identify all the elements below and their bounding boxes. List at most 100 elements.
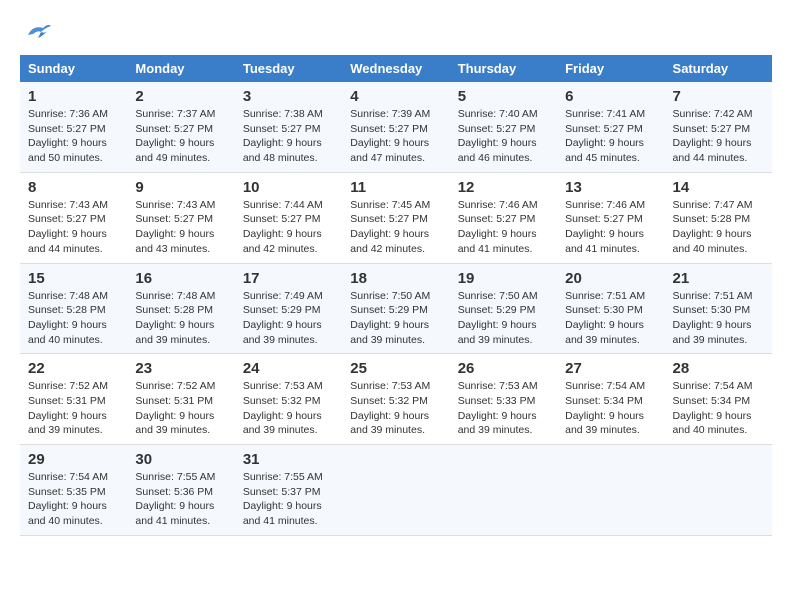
week-row-2: 8 Sunrise: 7:43 AM Sunset: 5:27 PM Dayli… xyxy=(20,172,772,263)
day-cell: 23 Sunrise: 7:52 AM Sunset: 5:31 PM Dayl… xyxy=(127,354,234,445)
day-number: 2 xyxy=(135,88,226,105)
day-info: Sunrise: 7:46 AM Sunset: 5:27 PM Dayligh… xyxy=(565,198,656,257)
day-number: 12 xyxy=(458,179,549,196)
day-number: 16 xyxy=(135,270,226,287)
day-number: 19 xyxy=(458,270,549,287)
day-info: Sunrise: 7:47 AM Sunset: 5:28 PM Dayligh… xyxy=(673,198,764,257)
calendar-header: SundayMondayTuesdayWednesdayThursdayFrid… xyxy=(20,55,772,82)
day-cell: 28 Sunrise: 7:54 AM Sunset: 5:34 PM Dayl… xyxy=(665,354,772,445)
day-info: Sunrise: 7:36 AM Sunset: 5:27 PM Dayligh… xyxy=(28,107,119,166)
day-cell xyxy=(342,445,449,536)
day-number: 27 xyxy=(565,360,656,377)
week-row-5: 29 Sunrise: 7:54 AM Sunset: 5:35 PM Dayl… xyxy=(20,445,772,536)
day-info: Sunrise: 7:53 AM Sunset: 5:32 PM Dayligh… xyxy=(243,379,334,438)
day-cell: 7 Sunrise: 7:42 AM Sunset: 5:27 PM Dayli… xyxy=(665,82,772,172)
day-info: Sunrise: 7:54 AM Sunset: 5:34 PM Dayligh… xyxy=(565,379,656,438)
day-info: Sunrise: 7:54 AM Sunset: 5:35 PM Dayligh… xyxy=(28,470,119,529)
page-header xyxy=(20,20,772,45)
logo-text xyxy=(20,20,53,45)
week-row-4: 22 Sunrise: 7:52 AM Sunset: 5:31 PM Dayl… xyxy=(20,354,772,445)
day-number: 8 xyxy=(28,179,119,196)
day-cell: 11 Sunrise: 7:45 AM Sunset: 5:27 PM Dayl… xyxy=(342,172,449,263)
day-info: Sunrise: 7:50 AM Sunset: 5:29 PM Dayligh… xyxy=(458,289,549,348)
calendar-table: SundayMondayTuesdayWednesdayThursdayFrid… xyxy=(20,55,772,536)
day-cell: 30 Sunrise: 7:55 AM Sunset: 5:36 PM Dayl… xyxy=(127,445,234,536)
logo xyxy=(20,20,53,45)
day-cell: 22 Sunrise: 7:52 AM Sunset: 5:31 PM Dayl… xyxy=(20,354,127,445)
day-number: 21 xyxy=(673,270,764,287)
day-cell: 1 Sunrise: 7:36 AM Sunset: 5:27 PM Dayli… xyxy=(20,82,127,172)
day-number: 9 xyxy=(135,179,226,196)
day-info: Sunrise: 7:54 AM Sunset: 5:34 PM Dayligh… xyxy=(673,379,764,438)
day-cell: 2 Sunrise: 7:37 AM Sunset: 5:27 PM Dayli… xyxy=(127,82,234,172)
day-number: 31 xyxy=(243,451,334,468)
day-number: 20 xyxy=(565,270,656,287)
day-info: Sunrise: 7:48 AM Sunset: 5:28 PM Dayligh… xyxy=(28,289,119,348)
day-info: Sunrise: 7:42 AM Sunset: 5:27 PM Dayligh… xyxy=(673,107,764,166)
day-info: Sunrise: 7:43 AM Sunset: 5:27 PM Dayligh… xyxy=(135,198,226,257)
header-sunday: Sunday xyxy=(20,55,127,82)
day-number: 5 xyxy=(458,88,549,105)
day-number: 15 xyxy=(28,270,119,287)
day-cell: 12 Sunrise: 7:46 AM Sunset: 5:27 PM Dayl… xyxy=(450,172,557,263)
day-info: Sunrise: 7:37 AM Sunset: 5:27 PM Dayligh… xyxy=(135,107,226,166)
day-number: 18 xyxy=(350,270,441,287)
day-info: Sunrise: 7:55 AM Sunset: 5:36 PM Dayligh… xyxy=(135,470,226,529)
day-number: 30 xyxy=(135,451,226,468)
day-number: 11 xyxy=(350,179,441,196)
day-info: Sunrise: 7:39 AM Sunset: 5:27 PM Dayligh… xyxy=(350,107,441,166)
day-info: Sunrise: 7:44 AM Sunset: 5:27 PM Dayligh… xyxy=(243,198,334,257)
day-cell: 10 Sunrise: 7:44 AM Sunset: 5:27 PM Dayl… xyxy=(235,172,342,263)
day-number: 17 xyxy=(243,270,334,287)
day-cell: 8 Sunrise: 7:43 AM Sunset: 5:27 PM Dayli… xyxy=(20,172,127,263)
header-row: SundayMondayTuesdayWednesdayThursdayFrid… xyxy=(20,55,772,82)
day-number: 14 xyxy=(673,179,764,196)
day-cell: 14 Sunrise: 7:47 AM Sunset: 5:28 PM Dayl… xyxy=(665,172,772,263)
day-cell: 4 Sunrise: 7:39 AM Sunset: 5:27 PM Dayli… xyxy=(342,82,449,172)
calendar-body: 1 Sunrise: 7:36 AM Sunset: 5:27 PM Dayli… xyxy=(20,82,772,535)
day-cell: 17 Sunrise: 7:49 AM Sunset: 5:29 PM Dayl… xyxy=(235,263,342,354)
day-info: Sunrise: 7:55 AM Sunset: 5:37 PM Dayligh… xyxy=(243,470,334,529)
day-cell: 19 Sunrise: 7:50 AM Sunset: 5:29 PM Dayl… xyxy=(450,263,557,354)
day-info: Sunrise: 7:48 AM Sunset: 5:28 PM Dayligh… xyxy=(135,289,226,348)
day-number: 23 xyxy=(135,360,226,377)
day-cell: 20 Sunrise: 7:51 AM Sunset: 5:30 PM Dayl… xyxy=(557,263,664,354)
day-number: 7 xyxy=(673,88,764,105)
day-info: Sunrise: 7:43 AM Sunset: 5:27 PM Dayligh… xyxy=(28,198,119,257)
day-number: 1 xyxy=(28,88,119,105)
day-info: Sunrise: 7:40 AM Sunset: 5:27 PM Dayligh… xyxy=(458,107,549,166)
day-cell: 26 Sunrise: 7:53 AM Sunset: 5:33 PM Dayl… xyxy=(450,354,557,445)
day-info: Sunrise: 7:51 AM Sunset: 5:30 PM Dayligh… xyxy=(673,289,764,348)
week-row-3: 15 Sunrise: 7:48 AM Sunset: 5:28 PM Dayl… xyxy=(20,263,772,354)
header-wednesday: Wednesday xyxy=(342,55,449,82)
day-number: 29 xyxy=(28,451,119,468)
day-cell: 6 Sunrise: 7:41 AM Sunset: 5:27 PM Dayli… xyxy=(557,82,664,172)
day-info: Sunrise: 7:52 AM Sunset: 5:31 PM Dayligh… xyxy=(28,379,119,438)
day-cell: 3 Sunrise: 7:38 AM Sunset: 5:27 PM Dayli… xyxy=(235,82,342,172)
day-cell xyxy=(665,445,772,536)
day-number: 25 xyxy=(350,360,441,377)
day-cell: 24 Sunrise: 7:53 AM Sunset: 5:32 PM Dayl… xyxy=(235,354,342,445)
day-number: 13 xyxy=(565,179,656,196)
day-number: 4 xyxy=(350,88,441,105)
day-info: Sunrise: 7:50 AM Sunset: 5:29 PM Dayligh… xyxy=(350,289,441,348)
header-tuesday: Tuesday xyxy=(235,55,342,82)
day-cell: 9 Sunrise: 7:43 AM Sunset: 5:27 PM Dayli… xyxy=(127,172,234,263)
day-cell xyxy=(557,445,664,536)
day-cell: 15 Sunrise: 7:48 AM Sunset: 5:28 PM Dayl… xyxy=(20,263,127,354)
day-info: Sunrise: 7:51 AM Sunset: 5:30 PM Dayligh… xyxy=(565,289,656,348)
day-cell: 25 Sunrise: 7:53 AM Sunset: 5:32 PM Dayl… xyxy=(342,354,449,445)
day-number: 28 xyxy=(673,360,764,377)
day-cell: 18 Sunrise: 7:50 AM Sunset: 5:29 PM Dayl… xyxy=(342,263,449,354)
day-cell: 31 Sunrise: 7:55 AM Sunset: 5:37 PM Dayl… xyxy=(235,445,342,536)
day-cell: 16 Sunrise: 7:48 AM Sunset: 5:28 PM Dayl… xyxy=(127,263,234,354)
day-info: Sunrise: 7:41 AM Sunset: 5:27 PM Dayligh… xyxy=(565,107,656,166)
header-thursday: Thursday xyxy=(450,55,557,82)
day-info: Sunrise: 7:49 AM Sunset: 5:29 PM Dayligh… xyxy=(243,289,334,348)
header-monday: Monday xyxy=(127,55,234,82)
header-friday: Friday xyxy=(557,55,664,82)
day-number: 3 xyxy=(243,88,334,105)
day-number: 10 xyxy=(243,179,334,196)
day-info: Sunrise: 7:53 AM Sunset: 5:32 PM Dayligh… xyxy=(350,379,441,438)
day-cell: 29 Sunrise: 7:54 AM Sunset: 5:35 PM Dayl… xyxy=(20,445,127,536)
